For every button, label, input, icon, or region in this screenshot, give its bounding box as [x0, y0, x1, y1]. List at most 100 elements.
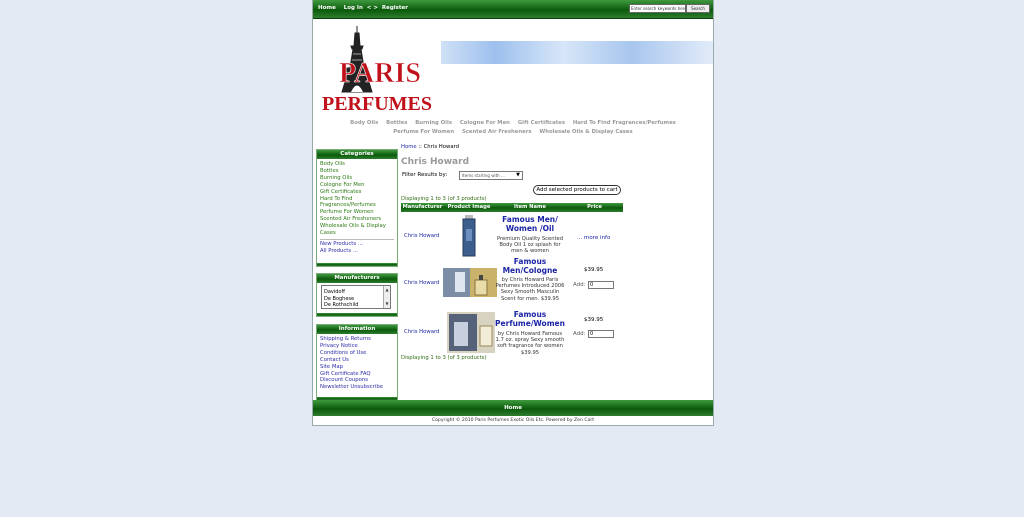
top-nav: Home Log In < > Register — [318, 5, 414, 11]
sidebar-item-gift-certificates[interactable]: Gift Certificates — [320, 189, 394, 196]
product-name-link[interactable]: Famous Men/Cologne — [494, 257, 566, 275]
info-site-map[interactable]: Site Map — [320, 364, 394, 371]
categories-box-title: Categories — [317, 150, 397, 159]
product-description: by Chris Howard Famous 1.7 oz. spray Sex… — [495, 331, 565, 356]
svg-text:PARIS: PARIS — [339, 58, 421, 89]
sidebar-item-hard-to-find-cont[interactable]: Fragrances/Perfumes — [320, 202, 394, 209]
sidebar-item-hard-to-find[interactable]: Hard To Find — [320, 196, 394, 203]
results-count-bottom: Displaying 1 to 3 (of 3 products) — [401, 355, 487, 361]
info-conditions-of-use[interactable]: Conditions of Use — [320, 350, 394, 357]
col-manufacturer[interactable]: Manufacturer — [401, 203, 444, 212]
manufacturer-option[interactable]: De Rothschild — [324, 302, 390, 308]
page-container: Home Log In < > Register Enter search ke… — [312, 0, 714, 426]
catnav-bottles[interactable]: Bottles — [386, 120, 407, 126]
footer-home-link[interactable]: Home — [504, 405, 522, 411]
oil-bottle-image[interactable] — [462, 215, 476, 257]
quantity-input[interactable]: 0 — [588, 281, 614, 289]
catnav-burning-oils[interactable]: Burning Oils — [415, 120, 452, 126]
information-box-title: Information — [317, 325, 397, 334]
table-row: Chris Howard Famous Men/Cologne by Chris… — [401, 257, 623, 310]
table-row: Chris Howard Famous Perfume/Women by Chr… — [401, 310, 623, 356]
manufacturers-scrollbar[interactable]: ▲ ▼ — [383, 286, 390, 308]
filter-select[interactable]: Items starting with ... ▼ — [459, 171, 523, 180]
top-nav-separator: < > — [366, 5, 378, 11]
info-newsletter-unsubscribe[interactable]: Newsletter Unsubscribe — [320, 384, 394, 391]
add-selected-to-cart-button[interactable]: Add selected products to cart — [533, 185, 621, 195]
breadcrumb: Home :: Chris Howard — [401, 144, 459, 150]
header-banner — [441, 41, 713, 64]
catnav-scented-air-fresheners[interactable]: Scented Air Fresheners — [462, 129, 532, 135]
copyright: Copyright © 2010 Paris Perfumes Exotic O… — [431, 418, 595, 423]
page-title: Chris Howard — [401, 157, 470, 167]
filter-select-value: Items starting with ... — [462, 173, 505, 178]
add-label: Add: — [573, 282, 586, 288]
product-price: $39.95 — [584, 267, 604, 273]
sidebar-item-body-oils[interactable]: Body Oils — [320, 161, 394, 168]
results-count-top: Displaying 1 to 3 (of 3 products) — [401, 196, 487, 202]
manufacturer-option[interactable]: Davidoff — [324, 289, 390, 296]
manufacturer-option[interactable]: De Boghese — [324, 296, 390, 303]
info-privacy-notice[interactable]: Privacy Notice — [320, 343, 394, 350]
col-item-name[interactable]: Item Name — [494, 203, 566, 212]
sidebar-item-burning-oils[interactable]: Burning Oils — [320, 175, 394, 182]
manufacturers-box: Manufacturers Davidoff De Boghese De Rot… — [316, 273, 398, 317]
search-button[interactable]: Search — [686, 4, 710, 13]
info-gift-certificate-faq[interactable]: Gift Certificate FAQ — [320, 371, 394, 378]
add-label: Add: — [573, 331, 586, 337]
more-info-link[interactable]: ... more info — [577, 235, 610, 241]
manufacturers-select[interactable]: Davidoff De Boghese De Rothschild ▲ ▼ — [321, 285, 391, 309]
table-row: Chris Howard Famous Men/ Women /Oil Prem… — [401, 213, 623, 260]
col-price[interactable]: Price — [566, 203, 623, 212]
sidebar-item-wholesale-oils[interactable]: Wholesale Oils & Display — [320, 223, 394, 230]
info-discount-coupons[interactable]: Discount Coupons — [320, 377, 394, 384]
catnav-cologne-for-men[interactable]: Cologne For Men — [460, 120, 510, 126]
category-nav: Body Oils Bottles Burning Oils Cologne F… — [313, 119, 713, 136]
top-bar: Home Log In < > Register Enter search ke… — [313, 0, 713, 19]
catnav-wholesale-oils[interactable]: Wholesale Oils & Display Cases — [539, 129, 632, 135]
breadcrumb-home[interactable]: Home — [401, 144, 417, 150]
catnav-hard-to-find[interactable]: Hard To Find Fragrances/Perfumes — [573, 120, 676, 126]
quantity-input[interactable]: 0 — [588, 330, 614, 338]
paris-perfumes-logo[interactable]: PARIS PERFUMES — [315, 24, 443, 116]
svg-text:PERFUMES: PERFUMES — [322, 93, 432, 115]
new-products-link[interactable]: New Products ... — [320, 241, 394, 248]
info-shipping-returns[interactable]: Shipping & Returns — [320, 336, 394, 343]
product-name-link[interactable]: Famous Perfume/Women — [494, 310, 566, 328]
sidebar-item-bottles[interactable]: Bottles — [320, 168, 394, 175]
divider — [320, 238, 394, 240]
info-contact-us[interactable]: Contact Us — [320, 357, 394, 364]
product-table-header: Manufacturer Product Image Item Name Pri… — [401, 203, 623, 212]
product-price: $39.95 — [584, 317, 604, 323]
categories-box: Categories Body Oils Bottles Burning Oil… — [316, 149, 398, 267]
sidebar-item-scented-air-fresheners[interactable]: Scented Air Fresheners — [320, 216, 394, 223]
product-description: Premium Quality Scented Body Oil 1 oz sp… — [496, 236, 564, 255]
catnav-perfume-for-women[interactable]: Perfume For Women — [393, 129, 454, 135]
top-nav-register[interactable]: Register — [382, 5, 408, 11]
col-product-image: Product Image — [447, 204, 491, 210]
sidebar-item-perfume-for-women[interactable]: Perfume For Women — [320, 209, 394, 216]
filter-label: Filter Results by: — [402, 172, 448, 178]
information-box: Information Shipping & Returns Privacy N… — [316, 324, 398, 401]
product-description: by Chris Howard Paris Perfumes Introduce… — [495, 277, 565, 302]
top-nav-home[interactable]: Home — [318, 5, 336, 11]
breadcrumb-current: Chris Howard — [423, 144, 460, 150]
catnav-body-oils[interactable]: Body Oils — [350, 120, 378, 126]
manufacturers-box-title: Manufacturers — [317, 274, 397, 283]
box-footer — [317, 263, 397, 266]
perfume-product-image[interactable] — [447, 312, 495, 353]
catnav-gift-certificates[interactable]: Gift Certificates — [518, 120, 565, 126]
all-products-link[interactable]: All Products ... — [320, 248, 394, 255]
chevron-down-icon: ▼ — [516, 172, 520, 178]
sidebar-item-cologne-for-men[interactable]: Cologne For Men — [320, 182, 394, 189]
product-name-link[interactable]: Famous Men/ Women /Oil — [494, 215, 566, 233]
top-nav-login[interactable]: Log In — [344, 5, 363, 11]
cologne-product-image[interactable] — [443, 268, 497, 297]
breadcrumb-separator: :: — [418, 144, 422, 150]
row-manufacturer-link[interactable]: Chris Howard — [404, 233, 439, 239]
box-footer — [317, 313, 397, 316]
row-manufacturer-link[interactable]: Chris Howard — [404, 280, 439, 286]
row-manufacturer-link[interactable]: Chris Howard — [404, 329, 439, 335]
search-input[interactable]: Enter search keywords here — [629, 4, 686, 13]
footer-bar: Home — [313, 400, 713, 416]
sidebar-item-wholesale-oils-cont[interactable]: Cases — [320, 230, 394, 237]
